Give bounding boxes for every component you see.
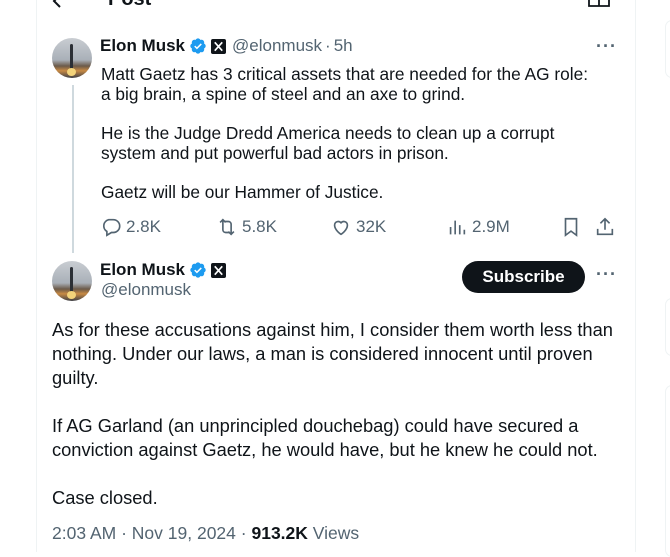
main-tweet-text: As for these accusations against him, I … — [52, 318, 622, 534]
reply-count: 2.8K — [126, 217, 161, 236]
author-handle[interactable]: @elonmusk — [232, 36, 322, 56]
bookmark-icon — [564, 217, 578, 237]
reply-button[interactable]: 2.8K — [100, 216, 161, 238]
post-time[interactable]: 5h — [334, 36, 353, 56]
views-count: 913.2K — [251, 523, 308, 543]
views-label: Views — [312, 523, 360, 543]
bookmark-button[interactable] — [560, 216, 586, 238]
repost-icon — [219, 218, 235, 236]
more-options-icon[interactable]: ··· — [596, 264, 617, 285]
sidebar-card-edge — [665, 385, 670, 557]
sidebar-card-edge — [665, 20, 670, 78]
tweet-paragraph: Matt Gaetz has 3 critical assets that ar… — [101, 64, 589, 104]
reply-tweet-text: Matt Gaetz has 3 critical assets that ar… — [101, 64, 601, 221]
share-button[interactable] — [594, 216, 620, 238]
tweet-paragraph: If AG Garland (an unprincipled douchebag… — [52, 415, 598, 460]
sidebar-card-edge — [665, 298, 670, 356]
subscribe-button[interactable]: Subscribe — [462, 261, 585, 293]
views-button[interactable]: 2.9M — [446, 216, 510, 238]
analytics-icon — [449, 220, 466, 235]
separator-dot: · — [325, 36, 331, 55]
repost-button[interactable]: 5.8K — [216, 216, 277, 238]
tweet-paragraph: As for these accusations against him, I … — [52, 319, 613, 388]
post-date[interactable]: Nov 19, 2024 — [132, 523, 236, 543]
author-name[interactable]: Elon Musk — [100, 260, 185, 280]
avatar[interactable] — [52, 38, 92, 78]
separator-dot: · — [121, 523, 127, 543]
tweet-paragraph: He is the Judge Dredd America needs to c… — [101, 123, 555, 163]
tweet-actions: 2.8K 5.8K 32K 2.9M — [100, 216, 620, 238]
x-affiliate-badge-icon[interactable] — [211, 262, 227, 278]
like-button[interactable]: 32K — [330, 216, 386, 238]
reply-icon — [103, 218, 121, 237]
like-count: 32K — [356, 217, 387, 236]
reply-author-row: Elon Musk @elonmusk · 5h — [100, 36, 353, 56]
heart-icon — [333, 220, 349, 236]
author-handle[interactable]: @elonmusk — [101, 280, 191, 300]
view-count: 2.9M — [472, 217, 510, 236]
main-author-row: Elon Musk — [100, 260, 227, 280]
post-metadata: 2:03 AM · Nov 19, 2024 · 913.2K Views — [52, 523, 359, 544]
share-icon — [596, 217, 614, 236]
post-time[interactable]: 2:03 AM — [52, 523, 116, 543]
page-title: Post — [108, 0, 151, 11]
separator-dot: · — [240, 523, 247, 543]
tweet-paragraph: Gaetz will be our Hammer of Justice. — [101, 182, 384, 202]
repost-count: 5.8K — [242, 217, 277, 236]
x-affiliate-badge-icon[interactable] — [211, 38, 227, 54]
author-name[interactable]: Elon Musk — [100, 36, 185, 56]
tweet-paragraph: Case closed. — [52, 487, 158, 508]
reader-mode-icon[interactable] — [588, 0, 610, 12]
verified-badge-icon[interactable] — [189, 261, 207, 279]
more-options-icon[interactable]: ··· — [596, 36, 617, 57]
thread-connector — [72, 85, 74, 253]
verified-badge-icon[interactable] — [189, 37, 207, 55]
back-arrow-icon[interactable] — [52, 0, 70, 13]
avatar[interactable] — [52, 261, 92, 301]
